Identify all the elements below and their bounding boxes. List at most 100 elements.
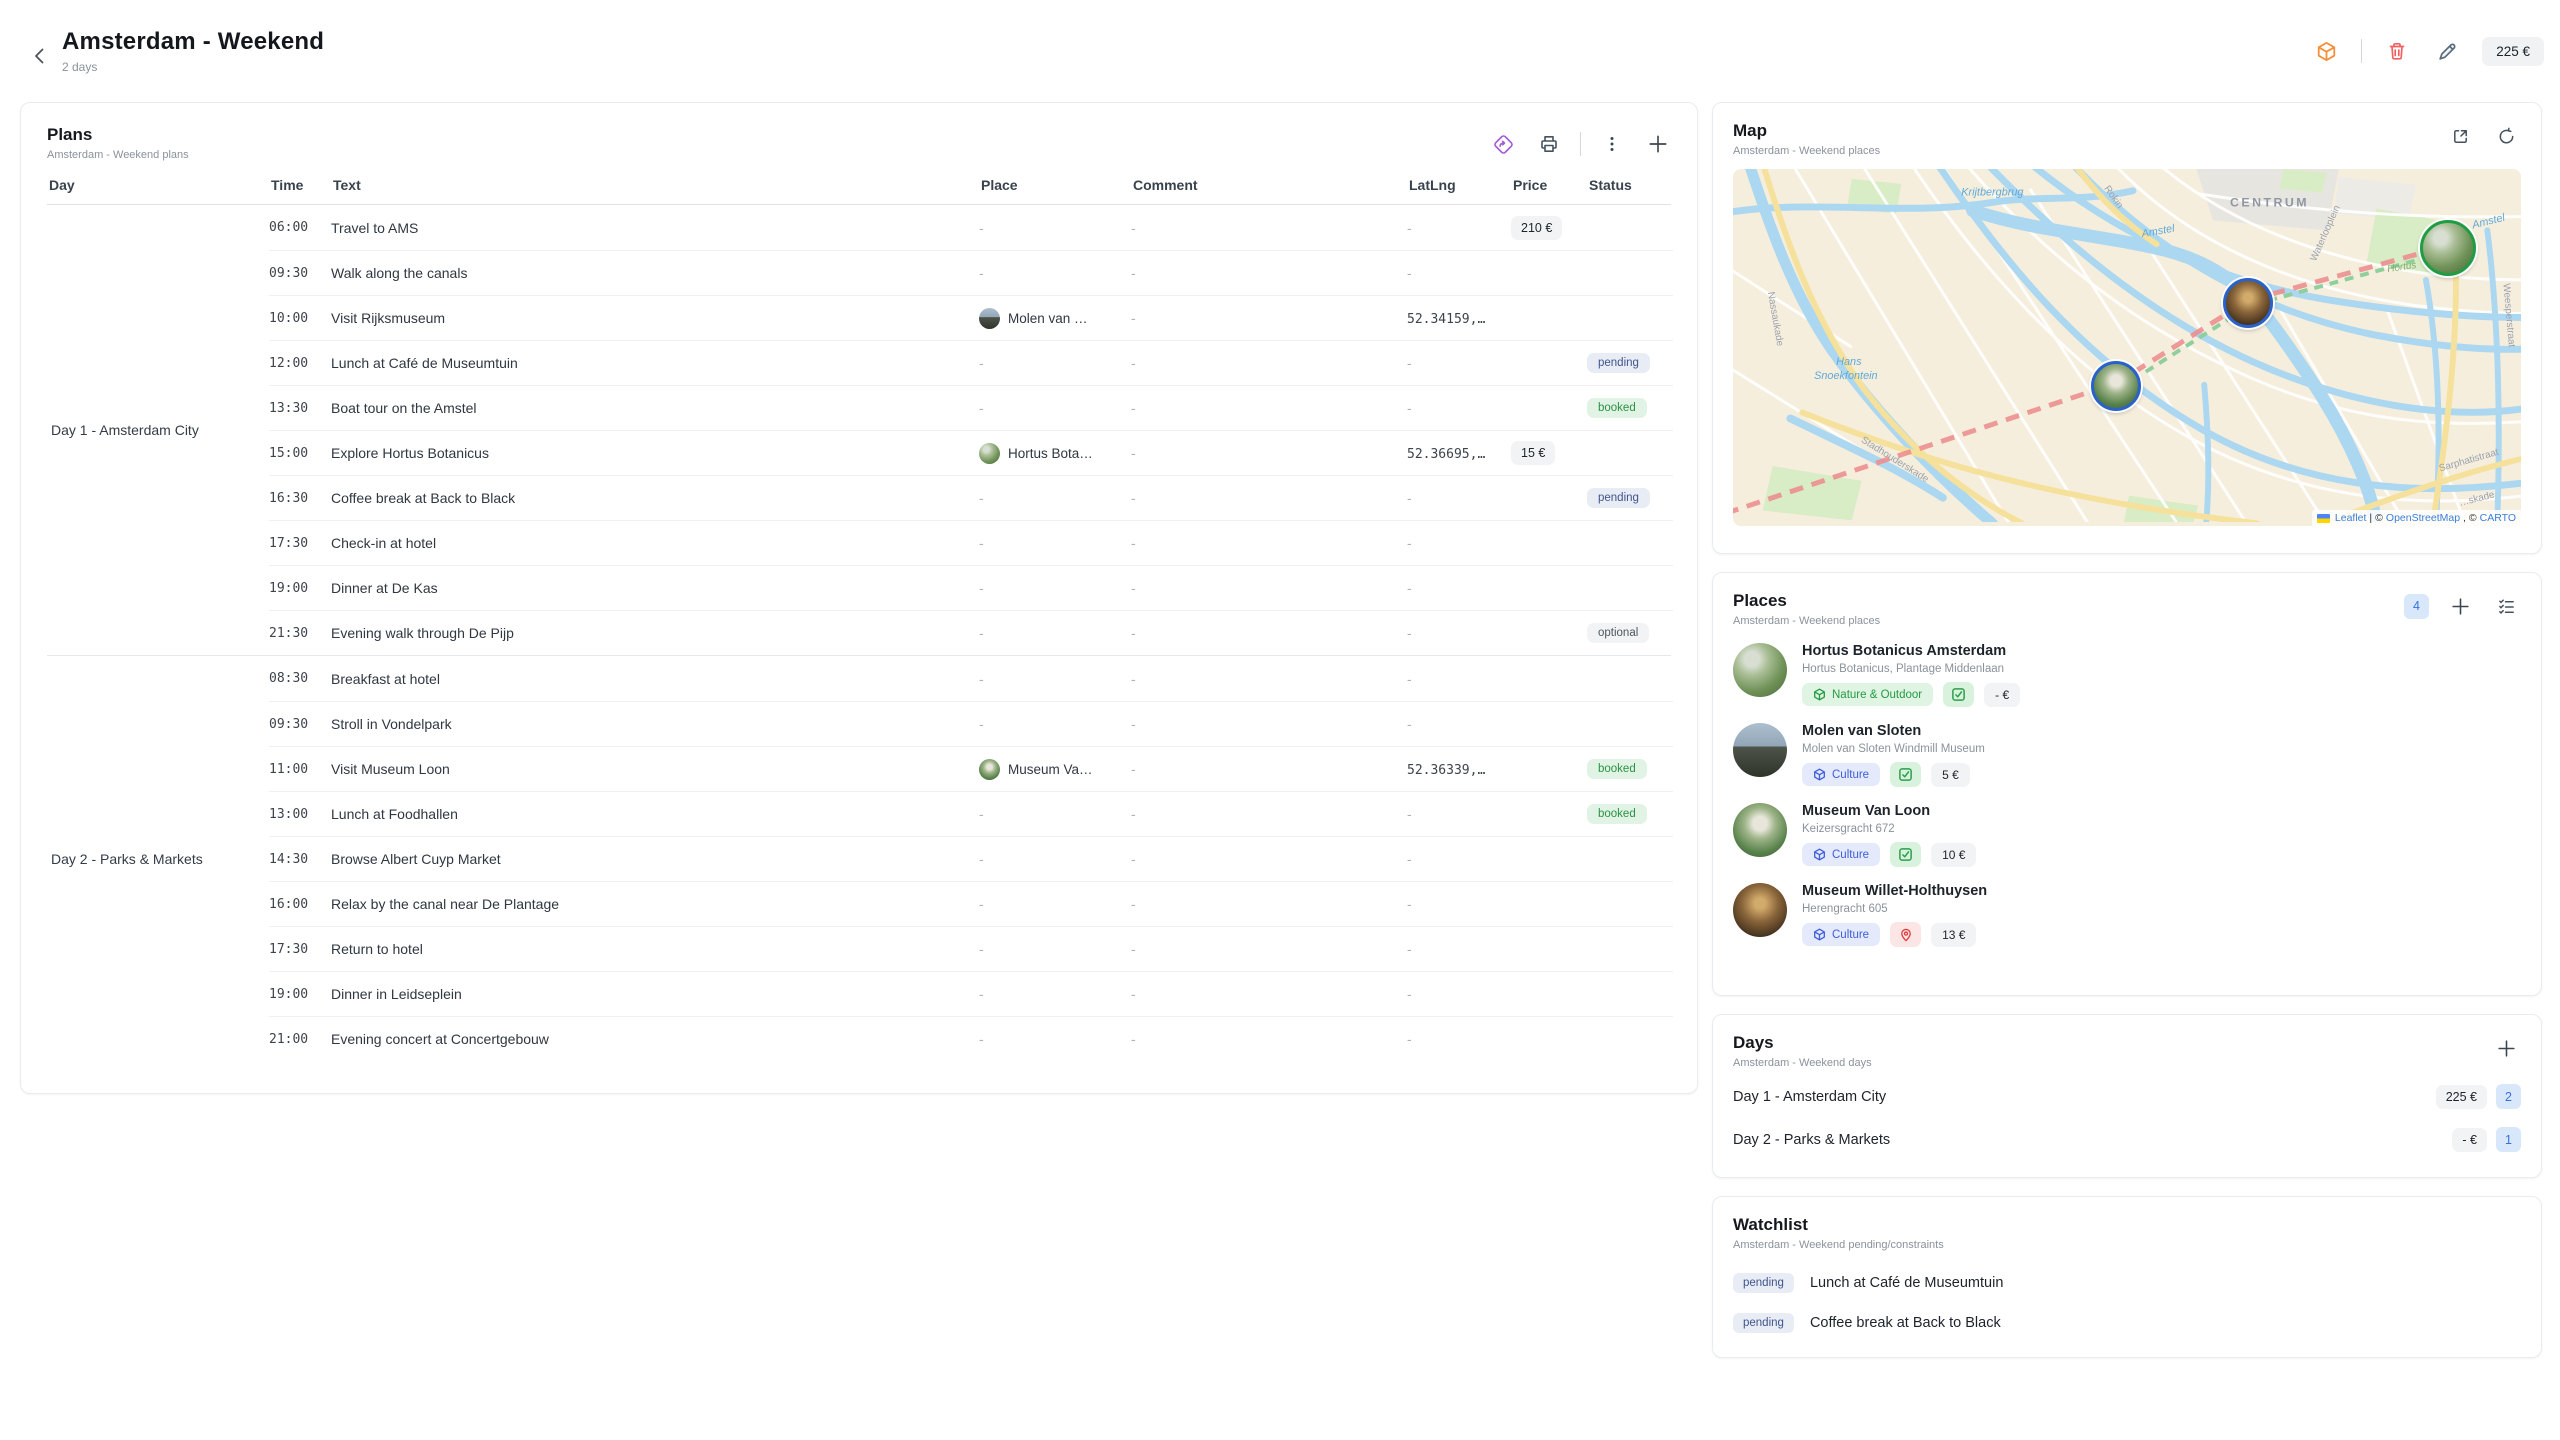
plan-row[interactable]: 19:00Dinner in Leidseplein--- [269,971,1673,1016]
status-badge: pending [1587,353,1650,373]
plan-time: 16:00 [269,897,331,912]
day-list-item[interactable]: Day 1 - Amsterdam City225 €2 [1733,1077,2521,1116]
add-day-button[interactable] [2491,1033,2521,1063]
plan-row[interactable]: 12:00Lunch at Café de Museumtuin---pendi… [269,340,1673,385]
plan-row[interactable]: 13:30Boat tour on the Amstel---booked [269,385,1673,430]
place-badges: Culture5 € [1802,762,1985,787]
visited-check-badge [1890,842,1921,867]
plan-row[interactable]: 21:00Evening concert at Concertgebouw--- [269,1016,1673,1061]
plans-toolbar-divider [1580,132,1581,156]
plan-place: Hortus Bota… [979,443,1131,464]
plan-time: 09:30 [269,717,331,732]
day-count-badge: 1 [2496,1127,2521,1152]
add-plan-button[interactable] [1643,129,1673,159]
map-refresh-button[interactable] [2491,121,2521,151]
empty-latlng: - [1407,851,1412,867]
empty-place: - [979,535,984,551]
plan-text: Evening concert at Concertgebouw [331,1031,979,1047]
back-button[interactable] [26,42,54,70]
place-list-item[interactable]: Museum Willet-HolthuysenHerengracht 605C… [1733,883,2521,947]
plan-row[interactable]: 19:00Dinner at De Kas--- [269,565,1673,610]
check-square-icon [1898,847,1913,862]
place-address: Hortus Botanicus, Plantage Middenlaan [1802,663,2020,675]
plan-time: 21:30 [269,626,331,641]
add-place-button[interactable] [2445,591,2475,621]
ukraine-flag-icon [2317,514,2330,523]
empty-latlng: - [1407,806,1412,822]
col-header-day: Day [47,177,269,193]
map-expand-button[interactable] [2445,121,2475,151]
place-list-item[interactable]: Museum Van LoonKeizersgracht 672Culture1… [1733,803,2521,867]
plan-row[interactable]: 16:30Coffee break at Back to Black---pen… [269,475,1673,520]
place-price-badge: 5 € [1931,763,1970,787]
plan-row[interactable]: 15:00Explore Hortus BotanicusHortus Bota… [269,430,1673,475]
place-photo [1733,883,1787,937]
plan-place: - [979,896,1131,912]
place-list-item[interactable]: Hortus Botanicus AmsterdamHortus Botanic… [1733,643,2521,707]
watchlist-item[interactable]: pendingLunch at Café de Museumtuin [1733,1263,2521,1303]
plan-latlng: - [1407,806,1511,822]
delete-trip-button[interactable] [2382,36,2412,66]
empty-comment: - [1131,625,1136,641]
plan-row[interactable]: 14:30Browse Albert Cuyp Market--- [269,836,1673,881]
plan-row[interactable]: 17:30Return to hotel--- [269,926,1673,971]
plan-row[interactable]: 10:00Visit RijksmuseumMolen van …-52.341… [269,295,1673,340]
map-subtitle: Amsterdam - Weekend places [1733,145,1880,157]
plan-row[interactable]: 09:30Stroll in Vondelpark--- [269,701,1673,746]
plan-row[interactable]: 09:30Walk along the canals--- [269,250,1673,295]
openstreetmap-link[interactable]: OpenStreetMap [2386,512,2460,524]
category-label: Culture [1832,929,1869,941]
empty-comment: - [1131,851,1136,867]
map-marker-hortus[interactable] [2420,220,2476,276]
plan-latlng: - [1407,265,1511,281]
place-photo [1733,723,1787,777]
plan-place: - [979,986,1131,1002]
map-canvas[interactable]: CENTRUMKrijtbergbrugRokinAmstelAmstelWat… [1733,169,2521,526]
carto-link[interactable]: CARTO [2480,512,2516,524]
export-trip-button[interactable] [2311,36,2341,66]
plan-row[interactable]: 21:30Evening walk through De Pijp---opti… [269,610,1673,655]
plan-row[interactable]: 11:00Visit Museum LoonMuseum Va…-52.3633… [269,746,1673,791]
plan-day-group: Day 1 - Amsterdam City06:00Travel to AMS… [47,205,1671,655]
empty-place: - [979,716,984,732]
print-button[interactable] [1534,129,1564,159]
plan-row[interactable]: 06:00Travel to AMS---210 € [269,205,1673,250]
empty-place: - [979,220,984,236]
places-list-view-button[interactable] [2491,591,2521,621]
map-label: CENTRUM [2230,196,2309,210]
plan-place: - [979,490,1131,506]
printer-icon [1539,134,1559,154]
empty-latlng: - [1407,535,1412,551]
plan-text: Visit Museum Loon [331,761,979,777]
plan-latlng: - [1407,355,1511,371]
place-badges: Nature & Outdoor- € [1802,682,2020,707]
plan-time: 16:30 [269,491,331,506]
plan-latlng: - [1407,941,1511,957]
page-title: Amsterdam - Weekend [62,28,324,56]
watchlist-item[interactable]: pendingCoffee break at Back to Black [1733,1303,2521,1343]
edit-trip-button[interactable] [2432,36,2462,66]
map-marker-vanloon[interactable] [2091,361,2141,411]
plan-place: - [979,1031,1131,1047]
days-subtitle: Amsterdam - Weekend days [1733,1057,1872,1069]
plan-text: Evening walk through De Pijp [331,625,979,641]
plans-more-button[interactable] [1597,129,1627,159]
plan-row[interactable]: 17:30Check-in at hotel--- [269,520,1673,565]
col-header-time: Time [269,177,331,193]
cube-icon [1813,928,1826,941]
plan-row[interactable]: 08:30Breakfast at hotel--- [269,656,1673,701]
places-subtitle: Amsterdam - Weekend places [1733,615,1880,627]
plan-text: Check-in at hotel [331,535,979,551]
plan-row[interactable]: 16:00Relax by the canal near De Plantage… [269,881,1673,926]
map-marker-willet[interactable] [2223,278,2273,328]
route-button[interactable] [1488,129,1518,159]
plan-comment: - [1131,265,1407,281]
plan-rows: 06:00Travel to AMS---210 €09:30Walk alon… [269,205,1673,655]
empty-comment: - [1131,580,1136,596]
day-list-item[interactable]: Day 2 - Parks & Markets- €1 [1733,1120,2521,1159]
leaflet-link[interactable]: Leaflet [2335,512,2367,524]
plan-row[interactable]: 13:00Lunch at Foodhallen---booked [269,791,1673,836]
day-price-badge: 225 € [2436,1085,2487,1109]
plan-time: 15:00 [269,446,331,461]
place-list-item[interactable]: Molen van SlotenMolen van Sloten Windmil… [1733,723,2521,787]
